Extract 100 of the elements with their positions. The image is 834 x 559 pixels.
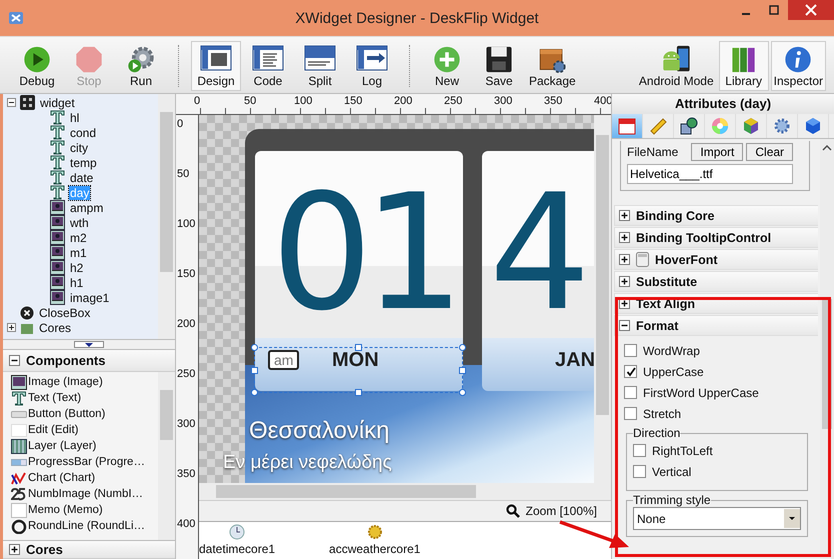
checkbox[interactable] — [624, 407, 637, 420]
component-item[interactable]: Text (Text) — [11, 390, 158, 406]
zoom-label: Zoom [100%] — [526, 504, 597, 518]
save-button[interactable]: Save — [474, 41, 524, 91]
tree-item[interactable]: ampm — [69, 200, 104, 214]
tree-item[interactable]: widget — [39, 96, 76, 110]
expand-icon[interactable] — [619, 210, 630, 221]
tree-item[interactable]: cond — [69, 126, 98, 140]
checkbox[interactable] — [624, 365, 637, 378]
tree-item[interactable]: date — [69, 170, 94, 184]
expand-icon[interactable] — [619, 254, 630, 265]
section-header[interactable]: HoverFont — [614, 249, 818, 270]
file-button[interactable]: Clear — [746, 143, 794, 161]
inspector-button[interactable]: Inspector — [770, 41, 826, 91]
expand-icon[interactable] — [619, 276, 630, 287]
section-header[interactable]: Format — [614, 315, 818, 336]
scrollbar[interactable] — [158, 94, 175, 339]
checkbox[interactable] — [633, 444, 646, 457]
image-icon — [50, 200, 65, 215]
text-icon — [50, 155, 65, 170]
scroll-thumb[interactable] — [596, 135, 609, 415]
checkbox[interactable] — [624, 344, 637, 357]
tree-item[interactable]: city — [69, 140, 89, 154]
text-icon — [50, 110, 65, 125]
ruler-label: 250 — [177, 368, 196, 380]
search-icon[interactable] — [506, 504, 520, 518]
scroll-thumb[interactable] — [216, 485, 476, 498]
trimming-dropdown[interactable]: None — [633, 507, 801, 530]
components-header[interactable]: Components — [3, 350, 175, 372]
file-button[interactable]: Import — [691, 143, 744, 161]
run-button[interactable]: Run — [116, 41, 166, 91]
section-header[interactable]: Substitute — [614, 271, 818, 292]
checkbox-label: UpperCase — [643, 364, 704, 378]
expand-icon[interactable] — [619, 232, 630, 243]
checkbox-label: RightToLeft — [652, 444, 713, 458]
core-item[interactable]: datetimecore1 — [199, 524, 276, 559]
package-button[interactable]: Package — [526, 41, 579, 91]
expand-icon[interactable] — [9, 544, 20, 555]
calendar-tab[interactable] — [612, 114, 643, 138]
android-button[interactable]: Android Mode — [636, 41, 717, 91]
collapse-icon[interactable] — [9, 355, 20, 366]
component-item[interactable]: ProgressBar (Progre… — [11, 454, 158, 470]
scroll-thumb[interactable] — [160, 390, 173, 440]
sun-icon — [366, 524, 383, 540]
ruler-label: 0 — [177, 118, 184, 130]
caret-icon[interactable] — [784, 509, 800, 528]
library-button[interactable]: Library — [718, 41, 769, 91]
tree-item[interactable]: image1 — [69, 290, 110, 304]
debug-button[interactable]: Debug — [12, 41, 62, 91]
cores-header[interactable]: Cores — [3, 540, 175, 559]
code-button[interactable]: Code — [243, 41, 293, 91]
text-icon — [50, 140, 65, 155]
close-button[interactable] — [788, 0, 834, 20]
cube-icon — [803, 116, 823, 136]
component-item[interactable]: Layer (Layer) — [11, 438, 158, 454]
component-item[interactable]: Image (Image) — [11, 374, 158, 390]
component-item[interactable]: Memo (Memo) — [11, 502, 158, 518]
tree-item[interactable]: h2 — [69, 260, 84, 274]
expand-icon[interactable] — [7, 323, 16, 332]
component-item[interactable]: Edit (Edit) — [11, 422, 158, 438]
tree-item[interactable]: wth — [69, 216, 90, 230]
component-item[interactable]: RoundLine (RoundLi… — [11, 518, 158, 534]
image-icon — [11, 374, 27, 390]
month-label: JAN — [555, 349, 594, 372]
text-icon — [50, 185, 65, 200]
tree-item[interactable]: CloseBox — [38, 306, 92, 320]
tree-item[interactable]: m2 — [69, 230, 88, 244]
split-button[interactable]: Split — [295, 41, 345, 91]
design-canvas[interactable]: 01 am MON 4 JAN Θεσσαλονίκη Εν μέρει νεφελώδης — [199, 115, 594, 483]
component-item[interactable]: Chart (Chart) — [11, 470, 158, 486]
layer-icon — [11, 438, 27, 454]
font-icon — [636, 252, 649, 267]
panel-title: Attributes (day) — [612, 94, 834, 114]
scrollbar[interactable] — [158, 372, 175, 540]
tree-item[interactable]: hl — [69, 110, 80, 124]
scrollbar[interactable] — [594, 115, 611, 483]
collapse-icon[interactable] — [619, 320, 630, 331]
component-item[interactable]: NumbImage (NumbI… — [11, 486, 158, 502]
collapse-icon[interactable] — [7, 98, 16, 107]
scrollbar[interactable] — [199, 483, 611, 500]
selection-frame[interactable] — [254, 347, 463, 393]
tree-item[interactable]: temp — [69, 156, 98, 170]
design-button[interactable]: Design — [191, 41, 241, 91]
new-button[interactable]: New — [422, 41, 472, 91]
scroll-thumb[interactable] — [160, 112, 173, 272]
file-name-field[interactable]: Helvetica___.ttf — [627, 164, 793, 184]
close-icon — [805, 4, 817, 16]
tree-item[interactable]: Cores — [38, 320, 72, 334]
core-item[interactable]: accweathercore1 — [329, 524, 420, 559]
checkbox[interactable] — [624, 386, 637, 399]
component-item[interactable]: Button (Button) — [11, 406, 158, 422]
log-button[interactable]: Log — [347, 41, 397, 91]
group-title: Direction — [633, 426, 680, 440]
tree-item[interactable]: m1 — [69, 246, 88, 260]
checkbox[interactable] — [633, 465, 646, 478]
ruler-label: 100 — [177, 218, 196, 230]
section-header[interactable]: Binding Core — [614, 205, 818, 226]
section-header[interactable]: Binding TooltipControl — [614, 227, 818, 248]
tree-item[interactable]: h1 — [69, 276, 84, 290]
checkbox-label: Stretch — [643, 406, 682, 420]
